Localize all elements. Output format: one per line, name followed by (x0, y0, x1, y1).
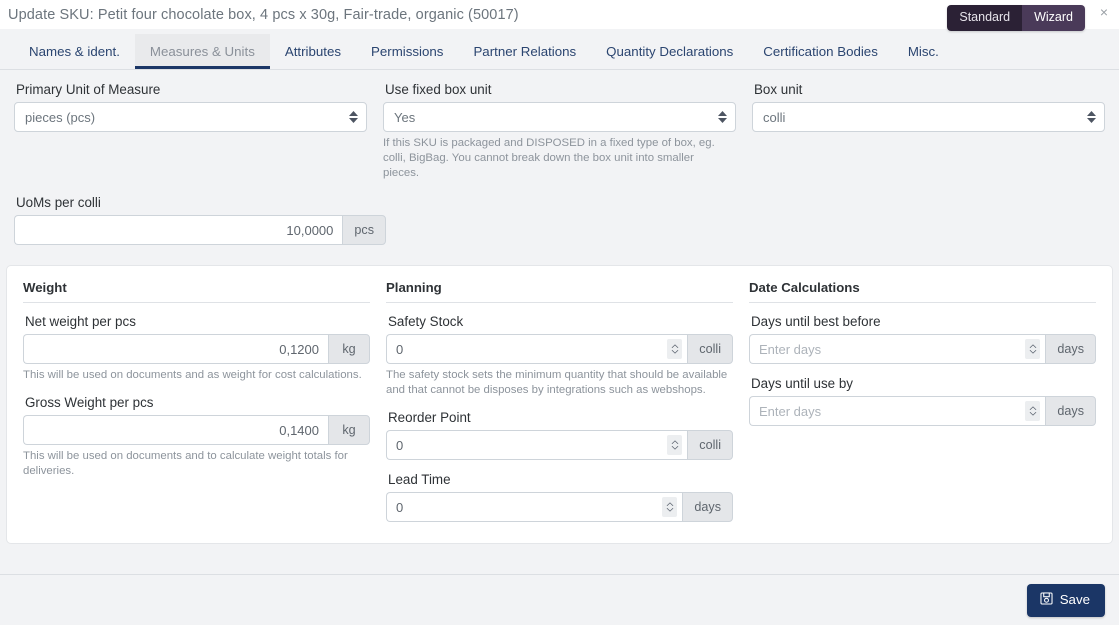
days-until-best-before-input-group: days (749, 334, 1096, 365)
reorder-point-field: Reorder Point colli (386, 410, 733, 461)
save-button[interactable]: Save (1026, 583, 1105, 617)
tab-bar: Names & ident. Measures & Units Attribut… (0, 29, 1119, 70)
save-button-label: Save (1059, 592, 1090, 607)
tab-attributes[interactable]: Attributes (270, 34, 356, 69)
box-unit-label: Box unit (754, 82, 803, 97)
lead-time-field: Lead Time days (386, 472, 733, 523)
lead-time-label: Lead Time (388, 472, 451, 488)
unit-settings-row: Primary Unit of Measure pieces (pcs) Use… (0, 70, 1119, 181)
days-until-use-by-input-group: days (749, 396, 1096, 427)
gross-weight-input-group: kg (23, 415, 370, 446)
wizard-mode-button[interactable]: Wizard (1022, 5, 1085, 31)
uoms-per-colli-input[interactable] (14, 215, 343, 246)
close-icon[interactable]: × (1095, 3, 1113, 21)
tab-panel-measures-units: Primary Unit of Measure pieces (pcs) Use… (0, 70, 1119, 545)
reorder-point-unit-addon: colli (687, 430, 733, 461)
net-weight-label: Net weight per pcs (25, 314, 136, 330)
fixed-box-unit-select-wrap: Yes (383, 102, 736, 132)
date-calculations-section: Date Calculations Days until best before… (741, 280, 1104, 525)
days-until-use-by-spinner-wrap (749, 396, 1046, 427)
days-until-best-before-input[interactable] (749, 334, 1046, 365)
safety-stock-label: Safety Stock (388, 314, 464, 330)
gross-weight-label: Gross Weight per pcs (25, 395, 154, 411)
spinner-updown-icon[interactable] (667, 339, 683, 360)
net-weight-input-group: kg (23, 334, 370, 365)
gross-weight-help: This will be used on documents and to ca… (23, 450, 348, 478)
primary-uom-label: Primary Unit of Measure (16, 82, 161, 97)
reorder-point-label: Reorder Point (388, 410, 471, 426)
uoms-per-colli-input-group: pcs (14, 215, 386, 246)
primary-uom-field: Primary Unit of Measure pieces (pcs) (6, 80, 375, 181)
safety-stock-help: The safety stock sets the minimum quanti… (386, 369, 728, 397)
lead-time-input-group: days (386, 492, 733, 523)
net-weight-help: This will be used on documents and as we… (23, 369, 362, 382)
fixed-box-unit-select[interactable]: Yes (383, 102, 736, 132)
gross-weight-unit-addon: kg (328, 415, 370, 446)
uoms-per-colli-unit-addon: pcs (342, 215, 386, 246)
spinner-updown-icon[interactable] (662, 497, 678, 518)
safety-stock-input[interactable] (386, 334, 688, 365)
spinner-updown-icon[interactable] (1025, 401, 1041, 422)
lead-time-input[interactable] (386, 492, 683, 523)
uoms-per-colli-row: UoMs per colli pcs (0, 181, 1119, 246)
net-weight-field: Net weight per pcs kg This will be used … (23, 314, 370, 383)
planning-heading: Planning (386, 280, 733, 304)
spinner-updown-icon[interactable] (667, 435, 683, 456)
tab-measures-units[interactable]: Measures & Units (134, 33, 270, 69)
days-until-use-by-input[interactable] (749, 396, 1046, 427)
days-until-best-before-spinner-wrap (749, 334, 1046, 365)
fixed-box-unit-field: Use fixed box unit Yes If this SKU is pa… (375, 80, 744, 181)
lead-time-spinner-wrap (386, 492, 683, 523)
planning-section: Planning Safety Stock colli The (378, 280, 741, 525)
uoms-per-colli-field: UoMs per colli pcs (14, 195, 386, 246)
days-until-use-by-field: Days until use by days (749, 376, 1096, 427)
uoms-per-colli-label: UoMs per colli (16, 195, 101, 211)
save-icon (1040, 591, 1053, 608)
reorder-point-spinner-wrap (386, 430, 688, 461)
reorder-point-input[interactable] (386, 430, 688, 461)
gross-weight-field: Gross Weight per pcs kg This will be use… (23, 395, 370, 479)
dialog-footer: Save (0, 575, 1119, 625)
lead-time-unit-addon: days (682, 492, 733, 523)
days-until-best-before-label: Days until best before (751, 314, 881, 330)
net-weight-input[interactable] (23, 334, 328, 365)
gross-weight-input[interactable] (23, 415, 328, 446)
standard-mode-button[interactable]: Standard (947, 5, 1023, 31)
dialog-titlebar: Update SKU: Petit four chocolate box, 4 … (0, 0, 1119, 31)
tab-certification-bodies[interactable]: Certification Bodies (748, 34, 893, 69)
weight-section: Weight Net weight per pcs kg This will b… (15, 280, 378, 525)
tab-misc[interactable]: Misc. (893, 34, 954, 69)
weight-heading: Weight (23, 280, 370, 304)
update-sku-dialog: Update SKU: Petit four chocolate box, 4 … (0, 0, 1119, 625)
fixed-box-unit-label: Use fixed box unit (385, 82, 492, 97)
net-weight-unit-addon: kg (328, 334, 370, 365)
fixed-box-unit-help: If this SKU is packaged and DISPOSED in … (383, 137, 715, 180)
tab-quantity-declarations[interactable]: Quantity Declarations (591, 34, 748, 69)
safety-stock-input-group: colli (386, 334, 733, 365)
box-unit-select-wrap: colli (752, 102, 1105, 132)
primary-uom-select-wrap: pieces (pcs) (14, 102, 367, 132)
safety-stock-unit-addon: colli (687, 334, 733, 365)
days-until-best-before-unit-addon: days (1045, 334, 1096, 365)
spinner-updown-icon[interactable] (1025, 339, 1041, 360)
mode-toggle-group: Standard Wizard (947, 5, 1085, 31)
days-until-best-before-field: Days until best before days (749, 314, 1096, 365)
safety-stock-spinner-wrap (386, 334, 688, 365)
box-unit-field: Box unit colli (744, 80, 1113, 181)
page-title: Update SKU: Petit four chocolate box, 4 … (8, 6, 519, 23)
days-until-use-by-unit-addon: days (1045, 396, 1096, 427)
reorder-point-input-group: colli (386, 430, 733, 461)
primary-uom-select[interactable]: pieces (pcs) (14, 102, 367, 132)
safety-stock-field: Safety Stock colli The safety stock sets… (386, 314, 733, 398)
details-card: Weight Net weight per pcs kg This will b… (6, 265, 1113, 545)
date-calculations-heading: Date Calculations (749, 280, 1096, 304)
tab-permissions[interactable]: Permissions (356, 34, 458, 69)
days-until-use-by-label: Days until use by (751, 376, 853, 392)
box-unit-select[interactable]: colli (752, 102, 1105, 132)
tab-names-ident[interactable]: Names & ident. (14, 34, 135, 69)
tab-partner-relations[interactable]: Partner Relations (458, 34, 591, 69)
